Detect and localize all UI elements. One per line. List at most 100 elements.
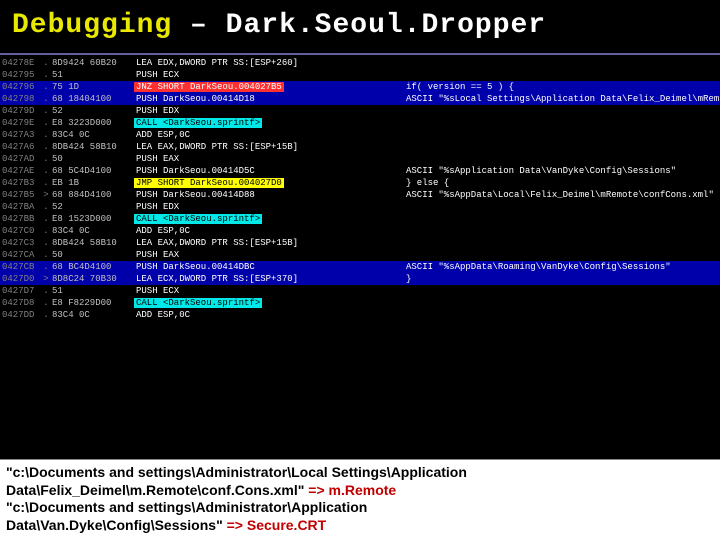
disasm-row[interactable]: 0427BA.52PUSH EDX xyxy=(0,201,720,213)
footer-target-2: Secure.CRT xyxy=(247,517,326,533)
address: 042798 xyxy=(0,93,40,105)
instruction-cell: PUSH EAX xyxy=(134,153,406,165)
disasm-row[interactable]: 0427CA.50PUSH EAX xyxy=(0,249,720,261)
comment: } xyxy=(406,273,411,285)
address: 0427CA xyxy=(0,249,40,261)
flow-marker: . xyxy=(40,165,52,177)
disasm-row[interactable]: 0427B5>68 884D4100PUSH DarkSeou.00414D88… xyxy=(0,189,720,201)
hex-bytes: 68 BC4D4100 xyxy=(52,261,134,273)
hex-bytes: 52 xyxy=(52,201,134,213)
instruction-text: LEA EAX,DWORD PTR SS:[ESP+15B] xyxy=(134,238,300,248)
address: 0427A3 xyxy=(0,129,40,141)
disasm-row[interactable]: 042795.51PUSH ECX xyxy=(0,69,720,81)
address: 0427B3 xyxy=(0,177,40,189)
hex-bytes: 68 18404100 xyxy=(52,93,134,105)
disasm-row[interactable]: 042798.68 18404100PUSH DarkSeou.00414D18… xyxy=(0,93,720,105)
instruction-text: PUSH EDX xyxy=(134,202,181,212)
instruction-cell: PUSH ECX xyxy=(134,285,406,297)
hex-bytes: 8DB424 58B10 xyxy=(52,237,134,249)
footer-target-1: m.Remote xyxy=(329,482,397,498)
address: 042795 xyxy=(0,69,40,81)
disasm-row[interactable]: 0427D7.51PUSH ECX xyxy=(0,285,720,297)
disasm-row[interactable]: 0427D8.E8 F8229D00CALL <DarkSeou.sprintf… xyxy=(0,297,720,309)
instruction-cell: LEA EAX,DWORD PTR SS:[ESP+15B] xyxy=(134,141,406,153)
flow-marker: . xyxy=(40,105,52,117)
disasm-row[interactable]: 0427D0>8D8C24 70B30LEA ECX,DWORD PTR SS:… xyxy=(0,273,720,285)
hex-bytes: 8D9424 60B20 xyxy=(52,57,134,69)
address: 04279E xyxy=(0,117,40,129)
address: 0427C3 xyxy=(0,237,40,249)
disasm-row[interactable]: 0427A3.83C4 0CADD ESP,0C xyxy=(0,129,720,141)
instruction-text: CALL <DarkSeou.sprintf> xyxy=(134,214,262,224)
instruction-cell: PUSH EAX xyxy=(134,249,406,261)
instruction-text: ADD ESP,0C xyxy=(134,310,192,320)
instruction-cell: LEA EAX,DWORD PTR SS:[ESP+15B] xyxy=(134,237,406,249)
instruction-text: CALL <DarkSeou.sprintf> xyxy=(134,298,262,308)
disasm-row[interactable]: 0427C3.8DB424 58B10LEA EAX,DWORD PTR SS:… xyxy=(0,237,720,249)
flow-marker: . xyxy=(40,225,52,237)
disasm-row[interactable]: 0427DD.83C4 0CADD ESP,0C xyxy=(0,309,720,321)
instruction-text: PUSH EAX xyxy=(134,250,181,260)
disasm-row[interactable]: 0427B3.EB 1BJMP SHORT DarkSeou.004027D0}… xyxy=(0,177,720,189)
instruction-text: PUSH EDX xyxy=(134,106,181,116)
footer-path-1b: Data\Felix_Deimel\m.Remote\conf.Cons.xml… xyxy=(6,482,304,498)
instruction-cell: PUSH ECX xyxy=(134,69,406,81)
disasm-row[interactable]: 0427AE.68 5C4D4100PUSH DarkSeou.00414D5C… xyxy=(0,165,720,177)
flow-marker: . xyxy=(40,69,52,81)
instruction-cell: PUSH DarkSeou.00414D18 xyxy=(134,93,406,105)
comment: ASCII "%sAppData\Local\Felix_Deimel\mRem… xyxy=(406,189,714,201)
address: 0427A6 xyxy=(0,141,40,153)
flow-marker: > xyxy=(40,189,52,201)
disasm-row[interactable]: 0427BB.E8 1523D000CALL <DarkSeou.sprintf… xyxy=(0,213,720,225)
instruction-text: JMP SHORT DarkSeou.004027D0 xyxy=(134,178,284,188)
disasm-row[interactable]: 0427A6.8DB424 58B10LEA EAX,DWORD PTR SS:… xyxy=(0,141,720,153)
instruction-cell: JMP SHORT DarkSeou.004027D0 xyxy=(134,177,406,189)
instruction-text: PUSH ECX xyxy=(134,70,181,80)
flow-marker: . xyxy=(40,201,52,213)
hex-bytes: 8DB424 58B10 xyxy=(52,141,134,153)
disasm-row[interactable]: 0427CB.68 BC4D4100PUSH DarkSeou.00414DBC… xyxy=(0,261,720,273)
instruction-cell: LEA ECX,DWORD PTR SS:[ESP+370] xyxy=(134,273,406,285)
instruction-cell: CALL <DarkSeou.sprintf> xyxy=(134,297,406,309)
comment: if( version == 5 ) { xyxy=(406,81,514,93)
hex-bytes: 68 884D4100 xyxy=(52,189,134,201)
flow-marker: . xyxy=(40,237,52,249)
instruction-text: ADD ESP,0C xyxy=(134,226,192,236)
instruction-text: PUSH EAX xyxy=(134,154,181,164)
disassembly-listing[interactable]: 04278E.8D9424 60B20LEA EDX,DWORD PTR SS:… xyxy=(0,55,720,321)
hex-bytes: 51 xyxy=(52,285,134,297)
hex-bytes: 50 xyxy=(52,249,134,261)
address: 04278E xyxy=(0,57,40,69)
comment: ASCII "%sApplication Data\VanDyke\Config… xyxy=(406,165,676,177)
address: 042796 xyxy=(0,81,40,93)
comment: ASCII "%sLocal Settings\Application Data… xyxy=(406,93,719,105)
flow-marker: . xyxy=(40,297,52,309)
disasm-row[interactable]: 042796.75 1DJNZ SHORT DarkSeou.004027B5i… xyxy=(0,81,720,93)
flow-marker: . xyxy=(40,57,52,69)
instruction-cell: PUSH EDX xyxy=(134,105,406,117)
hex-bytes: 83C4 0C xyxy=(52,309,134,321)
disasm-row[interactable]: 0427AD.50PUSH EAX xyxy=(0,153,720,165)
address: 0427D7 xyxy=(0,285,40,297)
flow-marker: > xyxy=(40,273,52,285)
instruction-text: JNZ SHORT DarkSeou.004027B5 xyxy=(134,82,284,92)
annotation-footer: "c:\Documents and settings\Administrator… xyxy=(0,459,720,540)
instruction-text: LEA EAX,DWORD PTR SS:[ESP+15B] xyxy=(134,142,300,152)
disasm-row[interactable]: 04279E.E8 3223D000CALL <DarkSeou.sprintf… xyxy=(0,117,720,129)
address: 0427D0 xyxy=(0,273,40,285)
hex-bytes: 52 xyxy=(52,105,134,117)
disasm-row[interactable]: 04279D.52PUSH EDX xyxy=(0,105,720,117)
instruction-text: LEA ECX,DWORD PTR SS:[ESP+370] xyxy=(134,274,300,284)
address: 0427AE xyxy=(0,165,40,177)
disasm-row[interactable]: 04278E.8D9424 60B20LEA EDX,DWORD PTR SS:… xyxy=(0,57,720,69)
hex-bytes: 83C4 0C xyxy=(52,225,134,237)
instruction-text: ADD ESP,0C xyxy=(134,130,192,140)
instruction-cell: PUSH DarkSeou.00414D5C xyxy=(134,165,406,177)
instruction-cell: PUSH DarkSeou.00414DBC xyxy=(134,261,406,273)
disasm-row[interactable]: 0427C0.83C4 0CADD ESP,0C xyxy=(0,225,720,237)
hex-bytes: 8D8C24 70B30 xyxy=(52,273,134,285)
flow-marker: . xyxy=(40,213,52,225)
instruction-text: PUSH ECX xyxy=(134,286,181,296)
title-dash: – xyxy=(172,10,225,41)
instruction-cell: JNZ SHORT DarkSeou.004027B5 xyxy=(134,81,406,93)
